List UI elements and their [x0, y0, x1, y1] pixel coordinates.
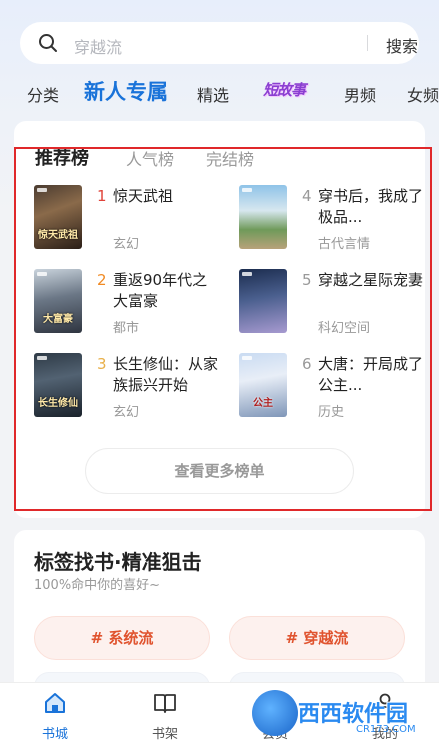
- rank-number: 4: [302, 187, 312, 205]
- book-genre: 玄幻: [113, 237, 140, 252]
- section-title: 标签找书·精准狙击: [34, 550, 202, 574]
- tab-featured[interactable]: 精选: [197, 82, 229, 106]
- tab-finished-rank[interactable]: 完结榜: [206, 146, 254, 170]
- book-title: 穿越之星际宠妻: [318, 271, 424, 289]
- watermark-icon: [252, 690, 298, 736]
- book-cover: 大富豪: [34, 269, 82, 333]
- book-title: 穿书后，我成了极品...: [318, 187, 424, 226]
- nav-bookstore[interactable]: 书城: [15, 683, 95, 746]
- rank-number: 3: [97, 355, 107, 373]
- tag-system[interactable]: # 系统流: [34, 616, 210, 660]
- book-genre: 都市: [113, 321, 140, 336]
- tab-newcomer[interactable]: 新人专属: [84, 76, 168, 106]
- book-title: 惊天武祖: [113, 187, 174, 205]
- ranking-book-item[interactable]: 大富豪 2 重返90年代之大富豪 都市: [34, 269, 224, 339]
- tab-female[interactable]: 女频: [407, 82, 439, 106]
- tab-recommend-rank[interactable]: 推荐榜: [35, 144, 89, 170]
- search-icon: [39, 34, 57, 52]
- search-divider: [367, 35, 368, 51]
- tab-short-story[interactable]: 短故事: [263, 79, 306, 100]
- ranking-book-item[interactable]: 长生修仙 3 长生修仙：从家族振兴开始 玄幻: [34, 353, 224, 423]
- book-genre: 科幻空间: [318, 321, 371, 336]
- nav-bookshelf[interactable]: 书架: [125, 683, 205, 746]
- book-cover: [239, 185, 287, 249]
- ranking-book-item[interactable]: 公主 6 大唐：开局成了公主... 历史: [239, 353, 429, 423]
- book-genre: 古代言情: [318, 237, 371, 252]
- book-title: 重返90年代之大富豪: [113, 271, 208, 310]
- section-subtitle: 100%命中你的喜好~: [34, 578, 161, 593]
- book-genre: 玄幻: [113, 405, 140, 420]
- tag-time-travel[interactable]: # 穿越流: [229, 616, 405, 660]
- watermark-sub: CR173.COM: [356, 724, 416, 735]
- tab-popular-rank[interactable]: 人气榜: [126, 146, 174, 170]
- home-icon: [45, 693, 65, 713]
- watermark-logo: 西西软件园 CR173.COM: [246, 686, 436, 742]
- book-cover: 惊天武祖: [34, 185, 82, 249]
- rank-number: 6: [302, 355, 312, 373]
- rank-number: 1: [97, 187, 107, 205]
- book-genre: 历史: [318, 405, 345, 420]
- search-input[interactable]: 穿越流: [74, 34, 122, 58]
- rank-number: 5: [302, 271, 312, 289]
- search-button[interactable]: 搜索: [386, 33, 418, 57]
- book-cover: 长生修仙: [34, 353, 82, 417]
- book-cover: 公主: [239, 353, 287, 417]
- ranking-book-item[interactable]: 5 穿越之星际宠妻 科幻空间: [239, 269, 429, 339]
- book-icon: [154, 694, 176, 713]
- ranking-book-item[interactable]: 惊天武祖 1 惊天武祖 玄幻: [34, 185, 224, 255]
- book-title: 长生修仙：从家族振兴开始: [113, 355, 219, 394]
- book-title: 大唐：开局成了公主...: [318, 355, 424, 394]
- view-more-rankings-button[interactable]: 查看更多榜单: [85, 448, 354, 494]
- search-bar[interactable]: 穿越流 搜索: [20, 22, 419, 64]
- tab-category[interactable]: 分类: [27, 82, 59, 106]
- book-cover: [239, 269, 287, 333]
- ranking-book-item[interactable]: 4 穿书后，我成了极品... 古代言情: [239, 185, 429, 255]
- tab-male[interactable]: 男频: [344, 82, 376, 106]
- rank-number: 2: [97, 271, 107, 289]
- category-tabs: 分类 新人专属 精选 短故事 男频 女频: [0, 76, 439, 110]
